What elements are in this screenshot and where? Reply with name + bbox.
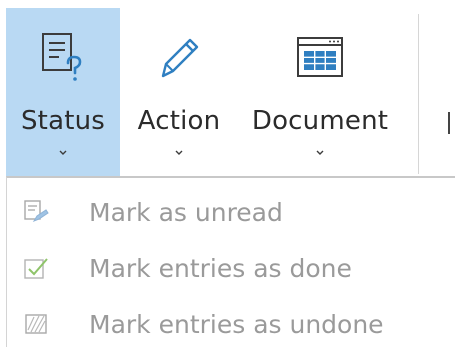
- status-report-icon: [42, 33, 82, 81]
- app-window: Status Action Document Mark as unread Ma…: [0, 0, 455, 347]
- action-button-label: Action: [137, 106, 221, 136]
- action-button[interactable]: Action: [124, 8, 234, 176]
- document-button-label: Document: [251, 106, 389, 136]
- chevron-down-icon: [175, 150, 183, 155]
- hatched-box-icon: [25, 314, 47, 334]
- document-button[interactable]: Document: [240, 8, 400, 176]
- next-group-edge: [448, 112, 450, 134]
- menu-item-mark-entries-as-done[interactable]: Mark entries as done: [7, 242, 455, 296]
- pencil-icon: [161, 38, 199, 78]
- menu-item-mark-as-unread[interactable]: Mark as unread: [7, 186, 455, 240]
- document-table-icon: [297, 37, 343, 77]
- menu-item-label: Mark entries as done: [89, 254, 352, 283]
- menu-item-mark-entries-as-undone[interactable]: Mark entries as undone: [7, 298, 455, 347]
- checkmark-icon: [24, 258, 48, 279]
- status-button-label: Status: [20, 106, 106, 136]
- chevron-down-icon: [316, 150, 324, 155]
- chevron-down-icon: [59, 150, 67, 155]
- ribbon-toolbar: Status Action Document: [0, 0, 455, 178]
- menu-item-label: Mark entries as undone: [89, 310, 384, 339]
- menu-item-label: Mark as unread: [89, 198, 283, 227]
- ribbon-separator: [418, 14, 419, 174]
- status-dropdown-menu: Mark as unread Mark entries as done Mark…: [6, 176, 455, 347]
- mark-unread-icon: [24, 200, 49, 223]
- status-button[interactable]: Status: [6, 8, 120, 176]
